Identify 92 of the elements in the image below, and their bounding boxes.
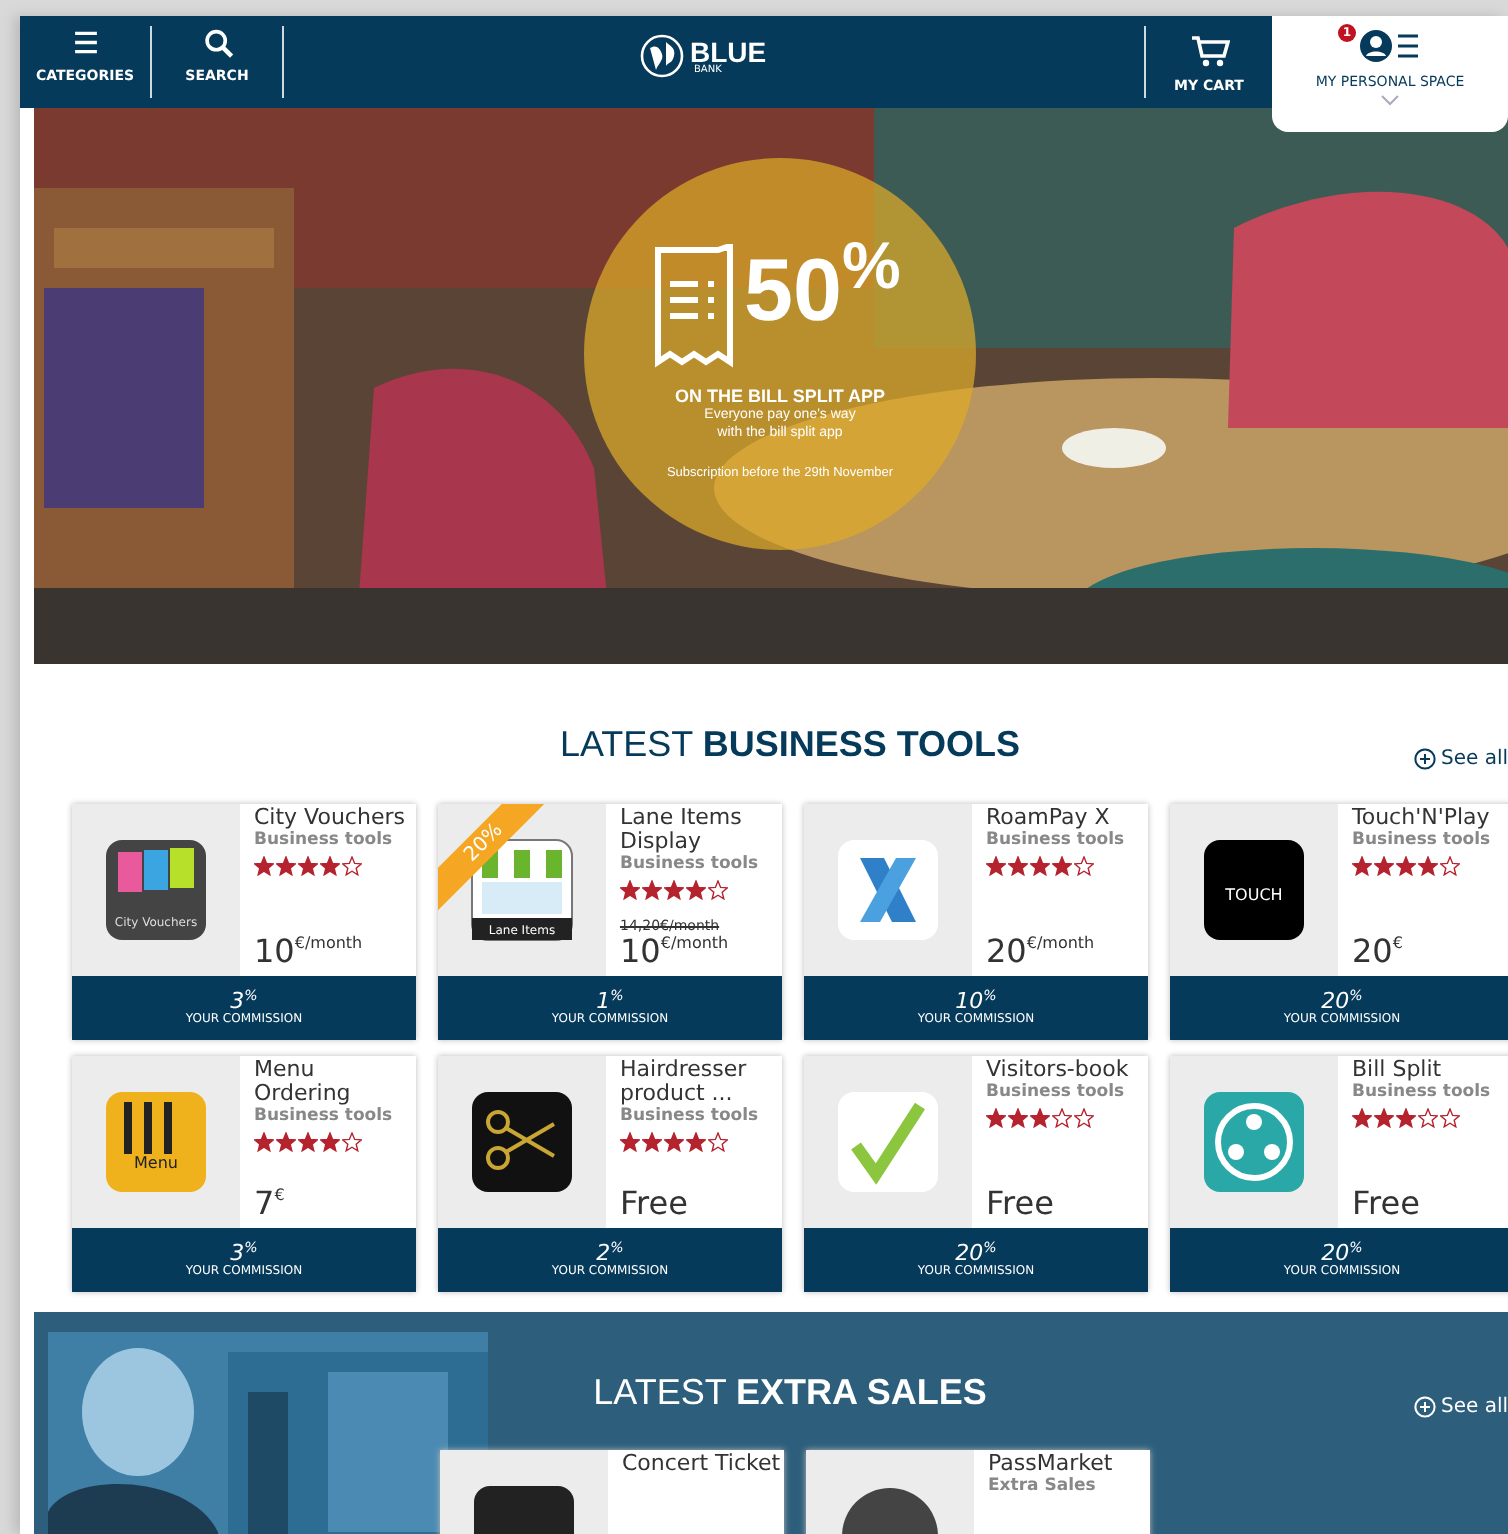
star-icon — [620, 879, 640, 900]
star-icon — [1352, 1107, 1372, 1128]
product-price: 10$^{€/month}$ — [254, 934, 365, 974]
commission-value: 20$^{%}$ — [953, 1241, 997, 1266]
star-icon — [1052, 855, 1072, 876]
star-icon — [276, 855, 296, 876]
commission-value: 20$^{%}$ — [1319, 989, 1363, 1014]
product-category: Extra Sales — [988, 1476, 1098, 1499]
product-category: Business tools — [620, 853, 761, 876]
star-icon — [276, 1131, 296, 1152]
empty-star-icon — [708, 1131, 728, 1152]
commission-value: 3$^{%}$ — [230, 989, 258, 1014]
product-name: Touch'N'Play — [1352, 805, 1491, 830]
commission-value: 10$^{%}$ — [953, 989, 997, 1014]
star-icon — [642, 879, 662, 900]
search-icon — [201, 28, 233, 57]
star-icon — [986, 855, 1006, 876]
star-icon — [1418, 855, 1438, 876]
star-icon — [664, 879, 684, 900]
product-name: Menu Ordering — [254, 1057, 353, 1106]
product-price: 20$^{€}$ — [1352, 934, 1405, 974]
receipt-icon — [650, 244, 738, 368]
star-icon — [1352, 855, 1372, 876]
logo-text: BLUE — [690, 37, 767, 65]
cart-icon — [1189, 33, 1229, 67]
product-price: Free — [986, 1186, 1056, 1226]
product-price: 20$^{€/month}$ — [986, 934, 1097, 974]
commission-value: 3$^{%}$ — [230, 1241, 258, 1266]
product-name: City Vouchers — [254, 805, 405, 830]
product-category: Business tools — [986, 829, 1125, 852]
empty-star-icon — [1418, 1107, 1438, 1128]
star-icon — [1374, 855, 1394, 876]
star-icon — [1374, 1107, 1394, 1128]
user-menu-icon — [1356, 28, 1424, 64]
commission-value: 1$^{%}$ — [596, 989, 624, 1014]
product-category: Business tools — [620, 1105, 761, 1128]
product-name: Hairdresser product ... — [620, 1057, 749, 1106]
star-icon — [986, 1107, 1006, 1128]
plus-circle-icon — [1414, 748, 1437, 770]
star-icon — [1008, 855, 1028, 876]
menu-icon — [69, 28, 101, 57]
commission-value: 2$^{%}$ — [596, 1241, 624, 1266]
commission-value: 20$^{%}$ — [1319, 1241, 1363, 1266]
product-name: Visitors-book — [986, 1057, 1129, 1082]
star-icon — [686, 1131, 706, 1152]
star-icon — [620, 1131, 640, 1152]
product-price: 7$^{€}$ — [254, 1186, 287, 1226]
star-icon — [1396, 855, 1416, 876]
section-title: LATEST BUSINESS TOOLS — [559, 724, 1021, 768]
see-all-link[interactable]: See all — [1414, 744, 1508, 774]
product-price: Free — [620, 1186, 690, 1226]
empty-star-icon — [1074, 1107, 1094, 1128]
empty-star-icon — [342, 1131, 362, 1152]
chevron-down-icon — [1380, 93, 1400, 105]
star-icon — [320, 855, 340, 876]
product-price: Free — [1352, 1186, 1422, 1226]
empty-star-icon — [1440, 1107, 1460, 1128]
star-icon — [642, 1131, 662, 1152]
product-name: PassMarket — [988, 1452, 1113, 1477]
product-name: Bill Split — [1352, 1057, 1444, 1082]
section-title: LATEST EXTRA SALES — [593, 1371, 987, 1415]
globe-icon — [640, 34, 684, 78]
star-icon — [254, 1131, 274, 1152]
product-name: Concert Ticket — [622, 1452, 781, 1477]
empty-star-icon — [1074, 855, 1094, 876]
empty-star-icon — [342, 855, 362, 876]
product-card[interactable]: PassMarket Extra Sales — [806, 1450, 1150, 1534]
star-icon — [320, 1131, 340, 1152]
promo-headline: ON THE BILL SPLIT APP — [672, 384, 887, 408]
star-icon — [1008, 1107, 1028, 1128]
see-all-link[interactable]: See all — [1414, 1391, 1508, 1422]
plus-circle-icon — [1414, 1395, 1437, 1418]
star-icon — [254, 855, 274, 876]
product-category: Business tools — [1352, 829, 1491, 852]
star-icon — [1396, 1107, 1416, 1128]
product-card[interactable]: Concert Ticket — [440, 1450, 784, 1534]
empty-star-icon — [1440, 855, 1460, 876]
star-icon — [298, 1131, 318, 1152]
product-category: Business tools — [986, 1081, 1127, 1104]
product-category: Business tools — [254, 1105, 395, 1128]
star-icon — [1030, 855, 1050, 876]
product-category: Business tools — [254, 829, 395, 852]
empty-star-icon — [708, 879, 728, 900]
star-icon — [686, 879, 706, 900]
star-icon — [1030, 1107, 1050, 1128]
star-icon — [298, 855, 318, 876]
product-price: 10$^{€/month}$ — [620, 934, 731, 974]
product-name: RoamPay X — [986, 805, 1112, 830]
star-icon — [664, 1131, 684, 1152]
empty-star-icon — [1052, 1107, 1072, 1128]
product-category: Business tools — [1352, 1081, 1491, 1104]
product-name: Lane Items Display — [620, 805, 744, 854]
